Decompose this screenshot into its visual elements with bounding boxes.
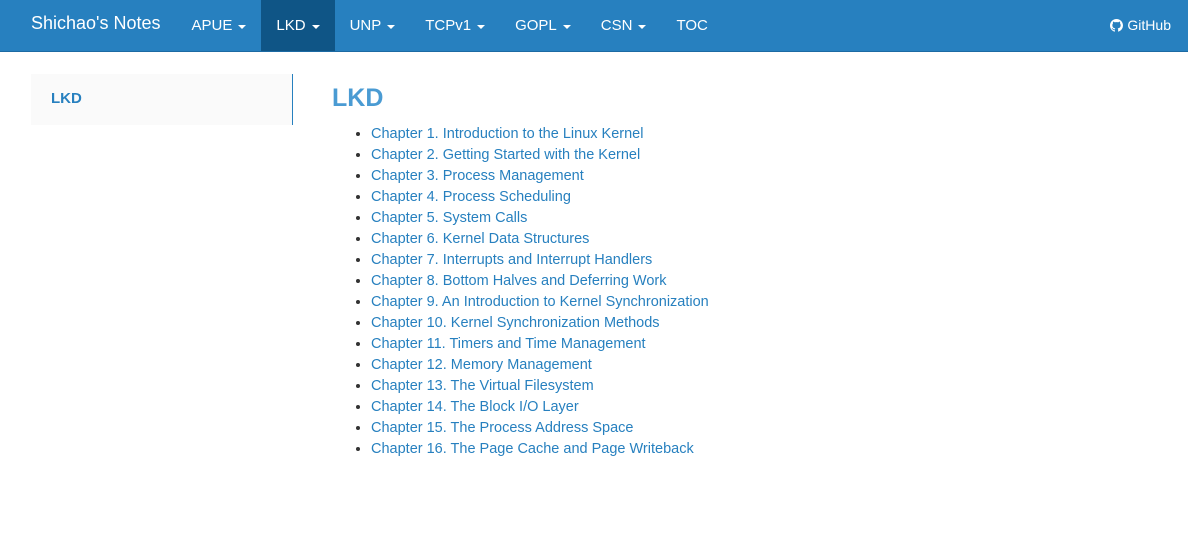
nav-item-label: CSN xyxy=(600,17,633,34)
brand-link[interactable]: Shichao's Notes xyxy=(0,0,177,51)
caret-down-icon xyxy=(638,24,647,29)
chapter-list: Chapter 1. Introduction to the Linux Ker… xyxy=(332,124,709,460)
list-item: Chapter 13. The Virtual Filesystem xyxy=(371,376,709,397)
list-item: Chapter 5. System Calls xyxy=(371,208,709,229)
chapter-link[interactable]: Chapter 5. System Calls xyxy=(371,210,527,226)
chapter-link[interactable]: Chapter 10. Kernel Synchronization Metho… xyxy=(371,315,660,331)
nav-item-label: GOPL xyxy=(515,17,557,34)
chapter-link[interactable]: Chapter 2. Getting Started with the Kern… xyxy=(371,147,640,163)
nav-item-toc[interactable]: TOC xyxy=(661,0,722,51)
caret-down-icon xyxy=(238,24,247,29)
list-item: Chapter 3. Process Management xyxy=(371,166,709,187)
nav-item-unp[interactable]: UNP xyxy=(335,0,411,51)
github-link[interactable]: GitHub xyxy=(1110,0,1188,51)
chapter-link[interactable]: Chapter 6. Kernel Data Structures xyxy=(371,231,589,247)
chapter-link[interactable]: Chapter 7. Interrupts and Interrupt Hand… xyxy=(371,252,652,268)
chapter-link[interactable]: Chapter 16. The Page Cache and Page Writ… xyxy=(371,441,694,457)
list-item: Chapter 1. Introduction to the Linux Ker… xyxy=(371,124,709,145)
nav-menu: APUE LKD UNP TCPv1 GOPL CSN TOC xyxy=(177,0,723,51)
chapter-link[interactable]: Chapter 3. Process Management xyxy=(371,168,584,184)
chapter-link[interactable]: Chapter 8. Bottom Halves and Deferring W… xyxy=(371,273,667,289)
chapter-link[interactable]: Chapter 9. An Introduction to Kernel Syn… xyxy=(371,294,709,310)
main-content: LKD Chapter 1. Introduction to the Linux… xyxy=(332,80,709,460)
nav-item-apue[interactable]: APUE xyxy=(177,0,262,51)
nav-item-lkd[interactable]: LKD xyxy=(261,0,335,51)
nav-item-label: UNP xyxy=(349,17,382,34)
list-item: Chapter 6. Kernel Data Structures xyxy=(371,229,709,250)
list-item: Chapter 2. Getting Started with the Kern… xyxy=(371,145,709,166)
list-item: Chapter 14. The Block I/O Layer xyxy=(371,397,709,418)
list-item: Chapter 8. Bottom Halves and Deferring W… xyxy=(371,271,709,292)
caret-down-icon xyxy=(387,24,396,29)
chapter-link[interactable]: Chapter 12. Memory Management xyxy=(371,357,592,373)
chapter-link[interactable]: Chapter 1. Introduction to the Linux Ker… xyxy=(371,126,643,142)
list-item: Chapter 7. Interrupts and Interrupt Hand… xyxy=(371,250,709,271)
sidebar-item-lkd[interactable]: LKD xyxy=(31,74,292,107)
list-item: Chapter 10. Kernel Synchronization Metho… xyxy=(371,313,709,334)
nav-item-label: APUE xyxy=(191,17,233,34)
github-icon xyxy=(1110,19,1124,32)
github-label: GitHub xyxy=(1127,17,1171,33)
nav-item-label: LKD xyxy=(276,17,306,34)
list-item: Chapter 12. Memory Management xyxy=(371,355,709,376)
nav-item-gopl[interactable]: GOPL xyxy=(500,0,586,51)
chapter-link[interactable]: Chapter 15. The Process Address Space xyxy=(371,420,634,436)
chapter-link[interactable]: Chapter 11. Timers and Time Management xyxy=(371,336,646,352)
chapter-link[interactable]: Chapter 14. The Block I/O Layer xyxy=(371,399,579,415)
list-item: Chapter 16. The Page Cache and Page Writ… xyxy=(371,439,709,460)
sidebar: LKD xyxy=(31,74,293,125)
list-item: Chapter 9. An Introduction to Kernel Syn… xyxy=(371,292,709,313)
list-item: Chapter 11. Timers and Time Management xyxy=(371,334,709,355)
page-title: LKD xyxy=(332,84,384,112)
nav-item-tcpv1[interactable]: TCPv1 xyxy=(410,0,500,51)
caret-down-icon xyxy=(477,24,486,29)
caret-down-icon xyxy=(562,24,571,29)
top-navbar: Shichao's Notes APUE LKD UNP TCPv1 GOPL … xyxy=(0,0,1188,52)
chapter-link[interactable]: Chapter 13. The Virtual Filesystem xyxy=(371,378,594,394)
caret-down-icon xyxy=(311,24,320,29)
nav-item-label: TCPv1 xyxy=(425,17,472,34)
nav-item-csn[interactable]: CSN xyxy=(586,0,662,51)
chapter-link[interactable]: Chapter 4. Process Scheduling xyxy=(371,189,571,205)
list-item: Chapter 4. Process Scheduling xyxy=(371,187,709,208)
nav-item-label: TOC xyxy=(676,17,708,34)
list-item: Chapter 15. The Process Address Space xyxy=(371,418,709,439)
